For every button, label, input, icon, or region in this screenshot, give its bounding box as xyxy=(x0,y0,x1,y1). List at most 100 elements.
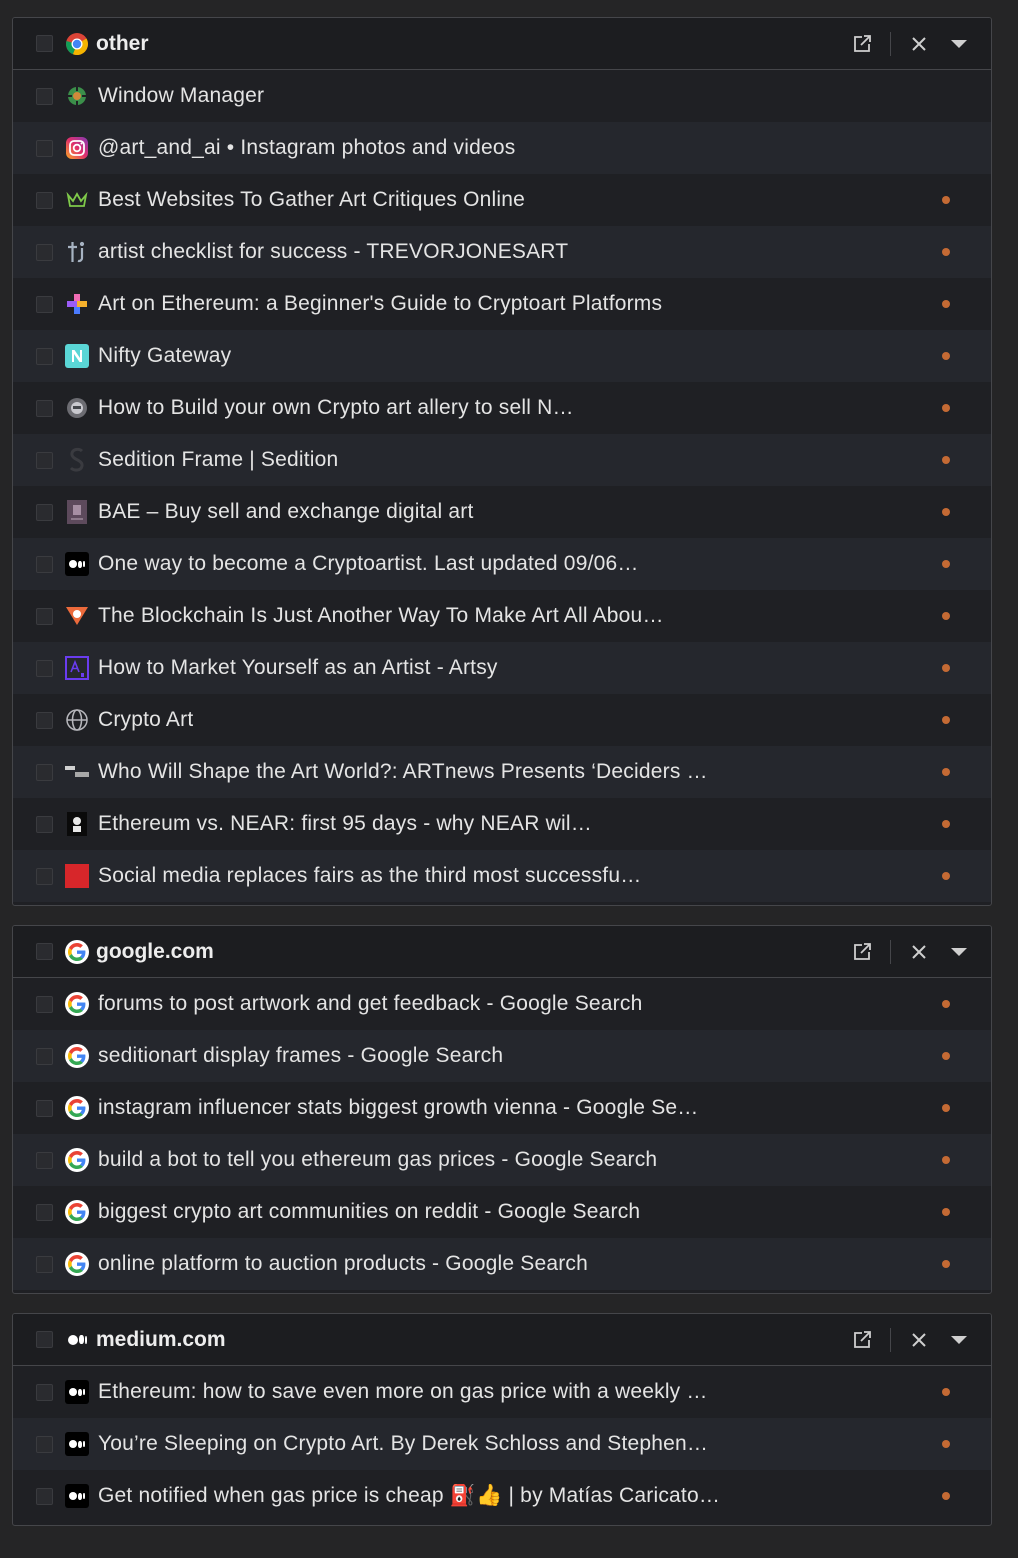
chevron-down-icon xyxy=(951,40,967,48)
unsaved-dot xyxy=(942,1104,950,1112)
tab-row[interactable]: online platform to auction products - Go… xyxy=(13,1238,991,1290)
tab-checkbox[interactable] xyxy=(36,711,53,729)
tab-row[interactable]: One way to become a Cryptoartist. Last u… xyxy=(13,538,991,590)
tab-checkbox[interactable] xyxy=(36,995,53,1013)
group-title: google.com xyxy=(96,939,214,963)
unsaved-dot xyxy=(942,820,950,828)
tab-checkbox[interactable] xyxy=(36,1151,53,1169)
open-window-button[interactable] xyxy=(842,24,882,64)
tab-row[interactable]: Who Will Shape the Art World?: ARTnews P… xyxy=(13,746,991,798)
unsaved-dot xyxy=(942,768,950,776)
tab-title: artist checklist for success - TREVORJON… xyxy=(98,240,569,263)
tab-row[interactable]: Sedition Frame | Sedition xyxy=(13,434,991,486)
close-group-button[interactable] xyxy=(899,932,939,972)
artsy-icon xyxy=(65,656,89,680)
tab-checkbox[interactable] xyxy=(36,243,53,261)
open-window-button[interactable] xyxy=(842,1320,882,1360)
close-icon xyxy=(912,37,926,51)
tab-row[interactable]: Get notified when gas price is cheap ⛽👍 … xyxy=(13,1470,991,1522)
robot-icon xyxy=(65,396,89,420)
tab-row[interactable]: artist checklist for success - TREVORJON… xyxy=(13,226,991,278)
tab-checkbox[interactable] xyxy=(36,503,53,521)
unsaved-dot xyxy=(942,352,950,360)
tab-row[interactable]: How to Market Yourself as an Artist - Ar… xyxy=(13,642,991,694)
medium-icon xyxy=(65,1380,89,1404)
tab-title: How to Market Yourself as an Artist - Ar… xyxy=(98,656,498,679)
google-icon xyxy=(65,1148,89,1172)
close-group-button[interactable] xyxy=(899,1320,939,1360)
tab-row[interactable]: Best Websites To Gather Art Critiques On… xyxy=(13,174,991,226)
tab-row[interactable]: Social media replaces fairs as the third… xyxy=(13,850,991,902)
group-select-checkbox[interactable] xyxy=(36,35,53,52)
window-manager-icon xyxy=(65,84,89,108)
open-window-button[interactable] xyxy=(842,932,882,972)
tab-row[interactable]: You’re Sleeping on Crypto Art. By Derek … xyxy=(13,1418,991,1470)
tab-title: Sedition Frame | Sedition xyxy=(98,448,339,471)
tab-checkbox[interactable] xyxy=(36,659,53,677)
tab-checkbox[interactable] xyxy=(36,347,53,365)
tab-title: seditionart display frames - Google Sear… xyxy=(98,1044,504,1067)
tab-title: instagram influencer stats biggest growt… xyxy=(98,1096,699,1119)
tab-row[interactable]: Ethereum: how to save even more on gas p… xyxy=(13,1366,991,1418)
tab-title: Window Manager xyxy=(98,84,265,107)
tab-row[interactable]: instagram influencer stats biggest growt… xyxy=(13,1082,991,1134)
tab-row[interactable]: Ethereum vs. NEAR: first 95 days - why N… xyxy=(13,798,991,850)
unsaved-dot xyxy=(942,404,950,412)
tab-group-other: other Window Manager @art_and_ai • Insta… xyxy=(12,17,992,906)
tab-checkbox[interactable] xyxy=(36,451,53,469)
tab-row[interactable]: BAE – Buy sell and exchange digital art xyxy=(13,486,991,538)
close-group-button[interactable] xyxy=(899,24,939,64)
tab-title: Nifty Gateway xyxy=(98,344,232,367)
tab-checkbox[interactable] xyxy=(36,1047,53,1065)
tab-row[interactable]: build a bot to tell you ethereum gas pri… xyxy=(13,1134,991,1186)
medium-icon xyxy=(65,552,89,576)
tab-checkbox[interactable] xyxy=(36,867,53,885)
tab-checkbox[interactable] xyxy=(36,1255,53,1273)
sedition-s-icon xyxy=(65,447,89,472)
group-select-checkbox[interactable] xyxy=(36,943,53,960)
tab-checkbox[interactable] xyxy=(36,1435,53,1453)
collapse-group-button[interactable] xyxy=(939,1320,979,1360)
tab-group-medium: medium.com Ethereum: how to save even mo… xyxy=(12,1313,992,1526)
tab-checkbox[interactable] xyxy=(36,139,53,157)
red-square-icon xyxy=(65,864,89,888)
close-icon xyxy=(912,945,926,959)
tab-checkbox[interactable] xyxy=(36,87,53,105)
tab-checkbox[interactable] xyxy=(36,815,53,833)
tab-title: How to Build your own Crypto art allery … xyxy=(98,396,574,419)
unsaved-dot xyxy=(942,1388,950,1396)
collapse-group-button[interactable] xyxy=(939,24,979,64)
tab-row[interactable]: Nifty Gateway xyxy=(13,330,991,382)
tab-row[interactable]: seditionart display frames - Google Sear… xyxy=(13,1030,991,1082)
tab-row[interactable]: The Blockchain Is Just Another Way To Ma… xyxy=(13,590,991,642)
tab-row[interactable]: Art on Ethereum: a Beginner's Guide to C… xyxy=(13,278,991,330)
medium-icon xyxy=(65,1484,89,1508)
tab-checkbox[interactable] xyxy=(36,555,53,573)
tab-checkbox[interactable] xyxy=(36,1383,53,1401)
google-icon xyxy=(65,1252,89,1276)
group-select-checkbox[interactable] xyxy=(36,1331,53,1348)
chevron-down-icon xyxy=(951,1336,967,1344)
header-divider xyxy=(890,940,891,964)
tab-row[interactable]: forums to post artwork and get feedback … xyxy=(13,978,991,1030)
tab-checkbox[interactable] xyxy=(36,399,53,417)
tab-row[interactable]: @art_and_ai • Instagram photos and video… xyxy=(13,122,991,174)
tab-row[interactable]: Window Manager xyxy=(13,70,991,122)
plus-colorful-icon xyxy=(65,292,89,316)
tab-checkbox[interactable] xyxy=(36,191,53,209)
chrome-icon xyxy=(65,32,89,56)
tab-checkbox[interactable] xyxy=(36,1099,53,1117)
tab-checkbox[interactable] xyxy=(36,763,53,781)
tab-row[interactable]: biggest crypto art communities on reddit… xyxy=(13,1186,991,1238)
tab-row[interactable]: Crypto Art xyxy=(13,694,991,746)
tab-title: online platform to auction products - Go… xyxy=(98,1252,588,1275)
globe-icon xyxy=(65,708,89,732)
tab-checkbox[interactable] xyxy=(36,1487,53,1505)
tab-checkbox[interactable] xyxy=(36,607,53,625)
collapse-group-button[interactable] xyxy=(939,932,979,972)
tab-row[interactable]: How to Build your own Crypto art allery … xyxy=(13,382,991,434)
tab-title: build a bot to tell you ethereum gas pri… xyxy=(98,1148,658,1171)
tab-checkbox[interactable] xyxy=(36,1203,53,1221)
tab-checkbox[interactable] xyxy=(36,295,53,313)
unsaved-dot xyxy=(942,1000,950,1008)
